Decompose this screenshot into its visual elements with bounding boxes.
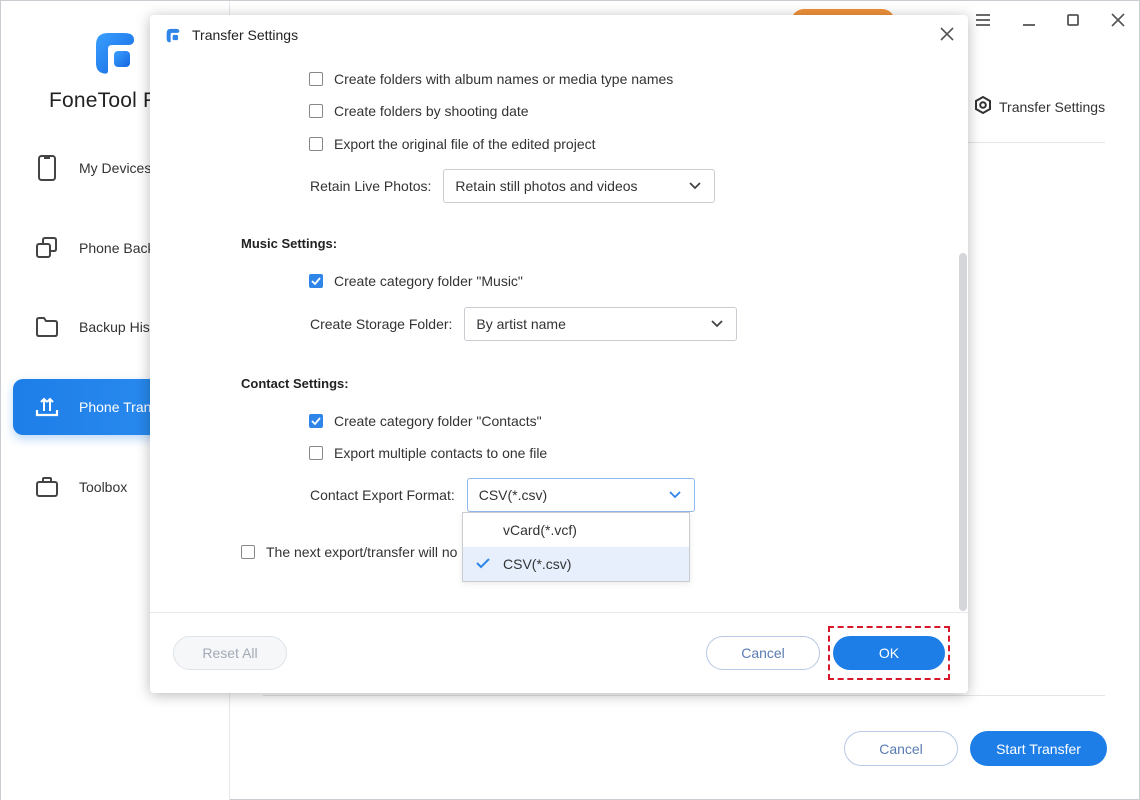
checkbox-shooting-date[interactable]: Create folders by shooting date <box>309 103 529 119</box>
sidebar-item-label: Phone Back <box>79 240 155 256</box>
reset-all-button[interactable]: Reset All <box>173 636 287 670</box>
fonetool-logo-icon <box>166 28 180 42</box>
checkbox-album-folders[interactable]: Create folders with album names or media… <box>309 71 673 87</box>
copy-icon <box>35 236 59 260</box>
chevron-down-icon <box>689 182 702 190</box>
checkbox-checked[interactable] <box>309 274 323 288</box>
dialog-title: Transfer Settings <box>192 27 299 43</box>
storage-folder-label: Create Storage Folder: <box>310 316 453 332</box>
storage-folder-select[interactable]: By artist name <box>464 307 738 341</box>
dialog-header: Transfer Settings <box>150 15 968 55</box>
menu-icon[interactable] <box>972 9 994 31</box>
sidebar-item-label: Backup His <box>79 319 150 335</box>
divider <box>263 695 1105 696</box>
transfer-settings-label: Transfer Settings <box>999 98 1106 115</box>
divider <box>150 612 968 613</box>
checkbox[interactable] <box>309 72 323 86</box>
close-icon[interactable] <box>938 25 956 43</box>
checkbox-label: The next export/transfer will no l <box>266 544 465 560</box>
checkbox-label: Create folders by shooting date <box>334 103 529 119</box>
start-transfer-button[interactable]: Start Transfer <box>970 731 1107 766</box>
option-label: vCard(*.vcf) <box>503 522 577 538</box>
export-format-row: Contact Export Format: CSV(*.csv) <box>310 478 695 512</box>
dropdown-option-csv[interactable]: CSV(*.csv) <box>463 547 689 581</box>
checkbox-label: Export the original file of the edited p… <box>334 136 596 152</box>
close-window-icon[interactable] <box>1107 9 1129 31</box>
retain-live-photos-label: Retain Live Photos: <box>310 178 432 194</box>
ok-button[interactable]: OK <box>833 636 945 670</box>
maximize-icon[interactable] <box>1062 9 1084 31</box>
select-value: CSV(*.csv) <box>478 487 548 503</box>
phone-icon <box>35 155 59 181</box>
chevron-down-icon <box>669 491 681 499</box>
contact-settings-title: Contact Settings: <box>241 376 349 391</box>
storage-folder-row: Create Storage Folder: By artist name <box>310 307 738 341</box>
check-icon <box>311 277 321 285</box>
retain-live-photos-row: Retain Live Photos: Retain still photos … <box>310 169 716 203</box>
checkbox-checked[interactable] <box>309 414 323 428</box>
option-label: CSV(*.csv) <box>503 556 572 572</box>
folder-icon <box>35 315 59 339</box>
cancel-button[interactable]: Cancel <box>706 636 820 670</box>
music-settings-title: Music Settings: <box>241 236 338 251</box>
transfer-settings-link[interactable]: Transfer Settings <box>973 95 1105 118</box>
checkbox[interactable] <box>309 137 323 151</box>
checkbox-label: Create category folder "Music" <box>334 273 523 289</box>
select-value: Retain still photos and videos <box>455 178 638 194</box>
checkbox-label: Export multiple contacts to one file <box>334 445 548 461</box>
sidebar-item-label: My Devices <box>79 160 152 176</box>
checkbox[interactable] <box>309 446 323 460</box>
checkbox-original-file[interactable]: Export the original file of the edited p… <box>309 136 596 152</box>
scroll-clip <box>150 55 950 69</box>
checkbox-next-export[interactable]: The next export/transfer will no l <box>241 544 464 560</box>
sidebar-item-label: Phone Tran <box>79 399 152 415</box>
retain-live-photos-select[interactable]: Retain still photos and videos <box>443 169 716 203</box>
check-icon <box>476 558 490 569</box>
checkbox-music-folder[interactable]: Create category folder "Music" <box>309 273 523 289</box>
checkbox-label: Create folders with album names or media… <box>334 71 674 87</box>
checkbox-multiple-contacts[interactable]: Export multiple contacts to one file <box>309 445 547 461</box>
brand-name: FoneTool F <box>49 89 157 112</box>
export-format-select[interactable]: CSV(*.csv) <box>466 478 695 512</box>
transfer-icon <box>35 395 59 419</box>
checkbox-label: Create category folder "Contacts" <box>334 413 542 429</box>
select-value: By artist name <box>476 316 566 332</box>
export-format-label: Contact Export Format: <box>310 487 455 503</box>
chevron-down-icon <box>711 320 724 328</box>
transfer-settings-dialog: Transfer Settings Create folders with al… <box>150 15 968 693</box>
toolbox-icon <box>35 475 59 499</box>
fonetool-logo-icon <box>96 33 134 74</box>
checkbox[interactable] <box>241 545 255 559</box>
checkbox[interactable] <box>309 104 323 118</box>
export-format-dropdown: vCard(*.vcf) CSV(*.csv) <box>462 512 690 582</box>
check-icon <box>311 417 321 425</box>
scrollbar[interactable] <box>959 253 967 611</box>
sidebar-item-label: Toolbox <box>79 479 128 495</box>
dropdown-option-vcard[interactable]: vCard(*.vcf) <box>463 513 689 547</box>
checkbox-contacts-folder[interactable]: Create category folder "Contacts" <box>309 413 542 429</box>
main-cancel-button[interactable]: Cancel <box>844 731 958 766</box>
minimize-icon[interactable] <box>1018 9 1040 31</box>
gear-icon <box>973 95 993 118</box>
